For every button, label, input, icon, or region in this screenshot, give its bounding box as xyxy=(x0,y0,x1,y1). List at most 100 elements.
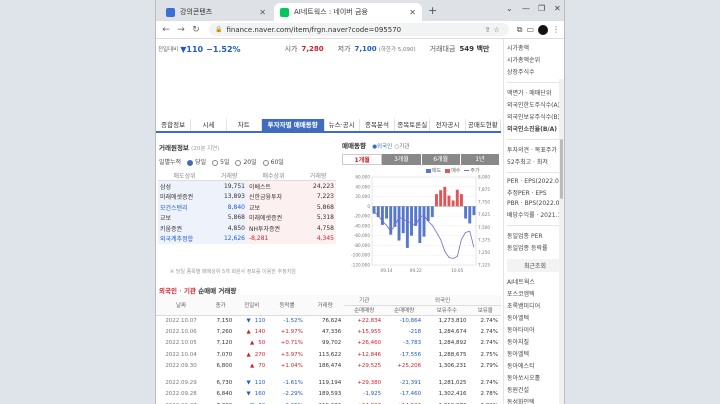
broker-seller[interactable]: 미래에셋증권 xyxy=(158,191,212,202)
tab-news[interactable]: 뉴스·공시 xyxy=(325,119,360,131)
period-tab-3m[interactable]: 3개월 xyxy=(382,154,422,165)
table-row: 2022.10.05 7,120 ▲ 50 +0.71% 99,702 +26,460 -3,… xyxy=(156,338,501,349)
buy-bar xyxy=(439,190,443,207)
cell-date: 2022.09.28 xyxy=(165,391,197,398)
col-header: 등락률 xyxy=(268,295,306,316)
y-right-tick-label: 7,125 xyxy=(478,263,490,268)
col-header: 종가 xyxy=(206,295,236,316)
foreign-sum-row: 외국계추정합 12,626 -8,281 4,345 xyxy=(158,233,336,245)
y-left-tick-label: 60,000 xyxy=(355,175,370,180)
cell-frgn: +25,206 xyxy=(397,362,422,369)
table-row: 2022.10.04 7,070 ▲ 270 +3.97% 113,622 +12,846-… xyxy=(156,349,501,360)
tab-discussion[interactable]: 종목토론실 xyxy=(395,119,431,131)
lock-icon: 🔒 xyxy=(215,26,223,33)
sidepanel-icon[interactable]: ▭ xyxy=(526,25,534,34)
legend-swatch xyxy=(445,168,451,173)
cell-close: 6,840 xyxy=(216,391,233,398)
browser-tab-lecture[interactable]: 강의콘텐츠 ✕ xyxy=(160,3,272,21)
recent-title: 최근조회 xyxy=(507,259,563,272)
tab-analysis[interactable]: 종목분석 xyxy=(360,119,396,131)
extensions-icon[interactable]: ⧉ xyxy=(517,25,523,35)
window-close-icon[interactable]: ✕ xyxy=(554,4,561,13)
profile-avatar[interactable] xyxy=(538,24,548,35)
cell-frgn: +14,523 xyxy=(384,400,424,404)
tab-chart[interactable]: 차트 xyxy=(227,119,262,131)
sell-bar xyxy=(405,206,409,248)
recent-item[interactable]: 동아엘텍 xyxy=(507,313,563,322)
broker-seller[interactable]: 키움증권 xyxy=(158,222,212,234)
cell-rate: +0.71% xyxy=(280,340,303,347)
period-tab-1y[interactable]: 1년 xyxy=(460,154,500,165)
reload-icon[interactable]: ↻ xyxy=(190,25,202,35)
cell-close: 7,070 xyxy=(216,351,233,358)
main-column: 전일대비 ▼110 −1.52% 시가 7,280 저가 7,100 (하한가 … xyxy=(156,39,501,404)
period-option-60d[interactable]: 60일 xyxy=(262,157,284,166)
broker-buyer[interactable]: 이베스트 xyxy=(246,180,301,192)
cell-frgn: -17,556 xyxy=(399,351,422,358)
broker-seller[interactable]: 모건스탠리 xyxy=(158,201,212,213)
broker-buyer[interactable]: NH투자증권 xyxy=(246,222,301,234)
recent-item[interactable]: 동아타이어 xyxy=(507,325,563,334)
back-icon[interactable]: ← xyxy=(160,25,172,35)
recent-item[interactable]: 동아쏘시오홀 xyxy=(507,373,563,382)
recent-item[interactable]: 동성화인텍 xyxy=(507,397,563,404)
low-note: (하한가 5,090) xyxy=(378,47,416,53)
tab-price[interactable]: 시세 xyxy=(191,119,227,131)
col-header: 거래량 xyxy=(300,170,336,182)
cell-diff: ▼ 110 xyxy=(235,315,268,326)
table-row: 2022.10.07 7,150 ▼ 110 -1.52% 76,624 +22,834 -1… xyxy=(156,315,501,326)
recent-item[interactable]: 동아에스티 xyxy=(507,361,563,370)
share-star-icons[interactable]: ⇪☆ xyxy=(485,26,503,34)
period-tab-1m[interactable]: 1개월 xyxy=(342,154,383,165)
tab-short-selling[interactable]: 공매도현황 xyxy=(466,119,501,131)
foreign-buy: 4,345 xyxy=(300,233,336,245)
x-tick-label: 10.05 xyxy=(451,268,463,273)
browser-tab-naver[interactable]: AI네트웍스 : 네이버 금융 ✕ xyxy=(274,3,422,21)
recent-item[interactable]: AI네트웍스 xyxy=(507,277,563,286)
recent-item[interactable]: 동원건설 xyxy=(507,385,563,394)
foreign-label: 외국계추정합 xyxy=(158,233,212,245)
minimize-icon[interactable]: — xyxy=(522,4,530,13)
broker-buyer[interactable]: 교보 xyxy=(246,201,301,213)
chevron-down-icon[interactable]: ⌄ xyxy=(506,4,513,13)
scrollbar-thumb[interactable] xyxy=(560,139,563,199)
trend-org[interactable]: ○기관 xyxy=(394,144,409,150)
close-tab-icon[interactable]: ✕ xyxy=(409,8,416,17)
tab-overview[interactable]: 종합정보 xyxy=(156,119,192,131)
tab-disclosure[interactable]: 전자공시 xyxy=(430,119,466,131)
restore-icon[interactable]: ❐ xyxy=(538,4,545,13)
period-option-20d[interactable]: 20일 xyxy=(235,157,257,166)
url-input[interactable]: 🔒 finance.naver.com/item/frgn.naver?code… xyxy=(209,23,509,36)
broker-buy-vol: 24,223 xyxy=(300,180,336,192)
broker-buy-vol: 5,868 xyxy=(300,201,336,213)
recent-item[interactable]: 동아엘텍 xyxy=(507,349,563,358)
period-tab-6m[interactable]: 6개월 xyxy=(421,154,461,165)
section-org: 기관 xyxy=(183,287,196,295)
broker-buyer[interactable]: 미래에셋증권 xyxy=(246,212,301,223)
sidebar-item: 외국인한도주식수(A) xyxy=(507,102,560,109)
broker-seller[interactable]: 교보 xyxy=(158,212,212,223)
y-right-tick-label: 7,250 xyxy=(478,250,490,255)
forward-icon[interactable]: → xyxy=(175,25,187,35)
sidebar-item: 외국인소진율(B/A) xyxy=(507,126,558,133)
sell-bar xyxy=(464,206,468,219)
table-row: 2022.09.28 6,840 ▼ 160 -2.29% 189,593 -1,925 -1… xyxy=(156,389,501,400)
broker-buyer[interactable]: 신한금융투자 xyxy=(246,191,301,202)
broker-seller[interactable]: 삼성 xyxy=(158,180,212,192)
new-tab-icon[interactable]: + xyxy=(428,4,437,17)
period-option-today[interactable]: 당일 xyxy=(187,157,206,166)
change-label: 전일대비 xyxy=(158,47,179,53)
recent-item[interactable]: 포스코엠텍 xyxy=(507,289,563,298)
recent-item[interactable]: 초록뱀미디어 xyxy=(507,301,563,310)
recent-item[interactable]: 동아지질 xyxy=(507,337,563,346)
broker-buy-vol: 5,318 xyxy=(300,212,336,223)
cell-frgn: -10,864 xyxy=(399,317,422,324)
cell-rate: -1.61% xyxy=(283,380,303,387)
tab-investor-trend[interactable]: 투자자별 매매동향 xyxy=(261,119,325,131)
trend-selected[interactable]: ●외국인 xyxy=(372,144,392,150)
menu-icon[interactable]: ⋮ xyxy=(552,25,560,34)
scrollbar[interactable] xyxy=(559,79,564,404)
period-option-5d[interactable]: 5일 xyxy=(212,157,229,166)
cell-hold: 1,306,231 xyxy=(438,362,467,369)
close-tab-icon[interactable]: ✕ xyxy=(259,8,266,17)
